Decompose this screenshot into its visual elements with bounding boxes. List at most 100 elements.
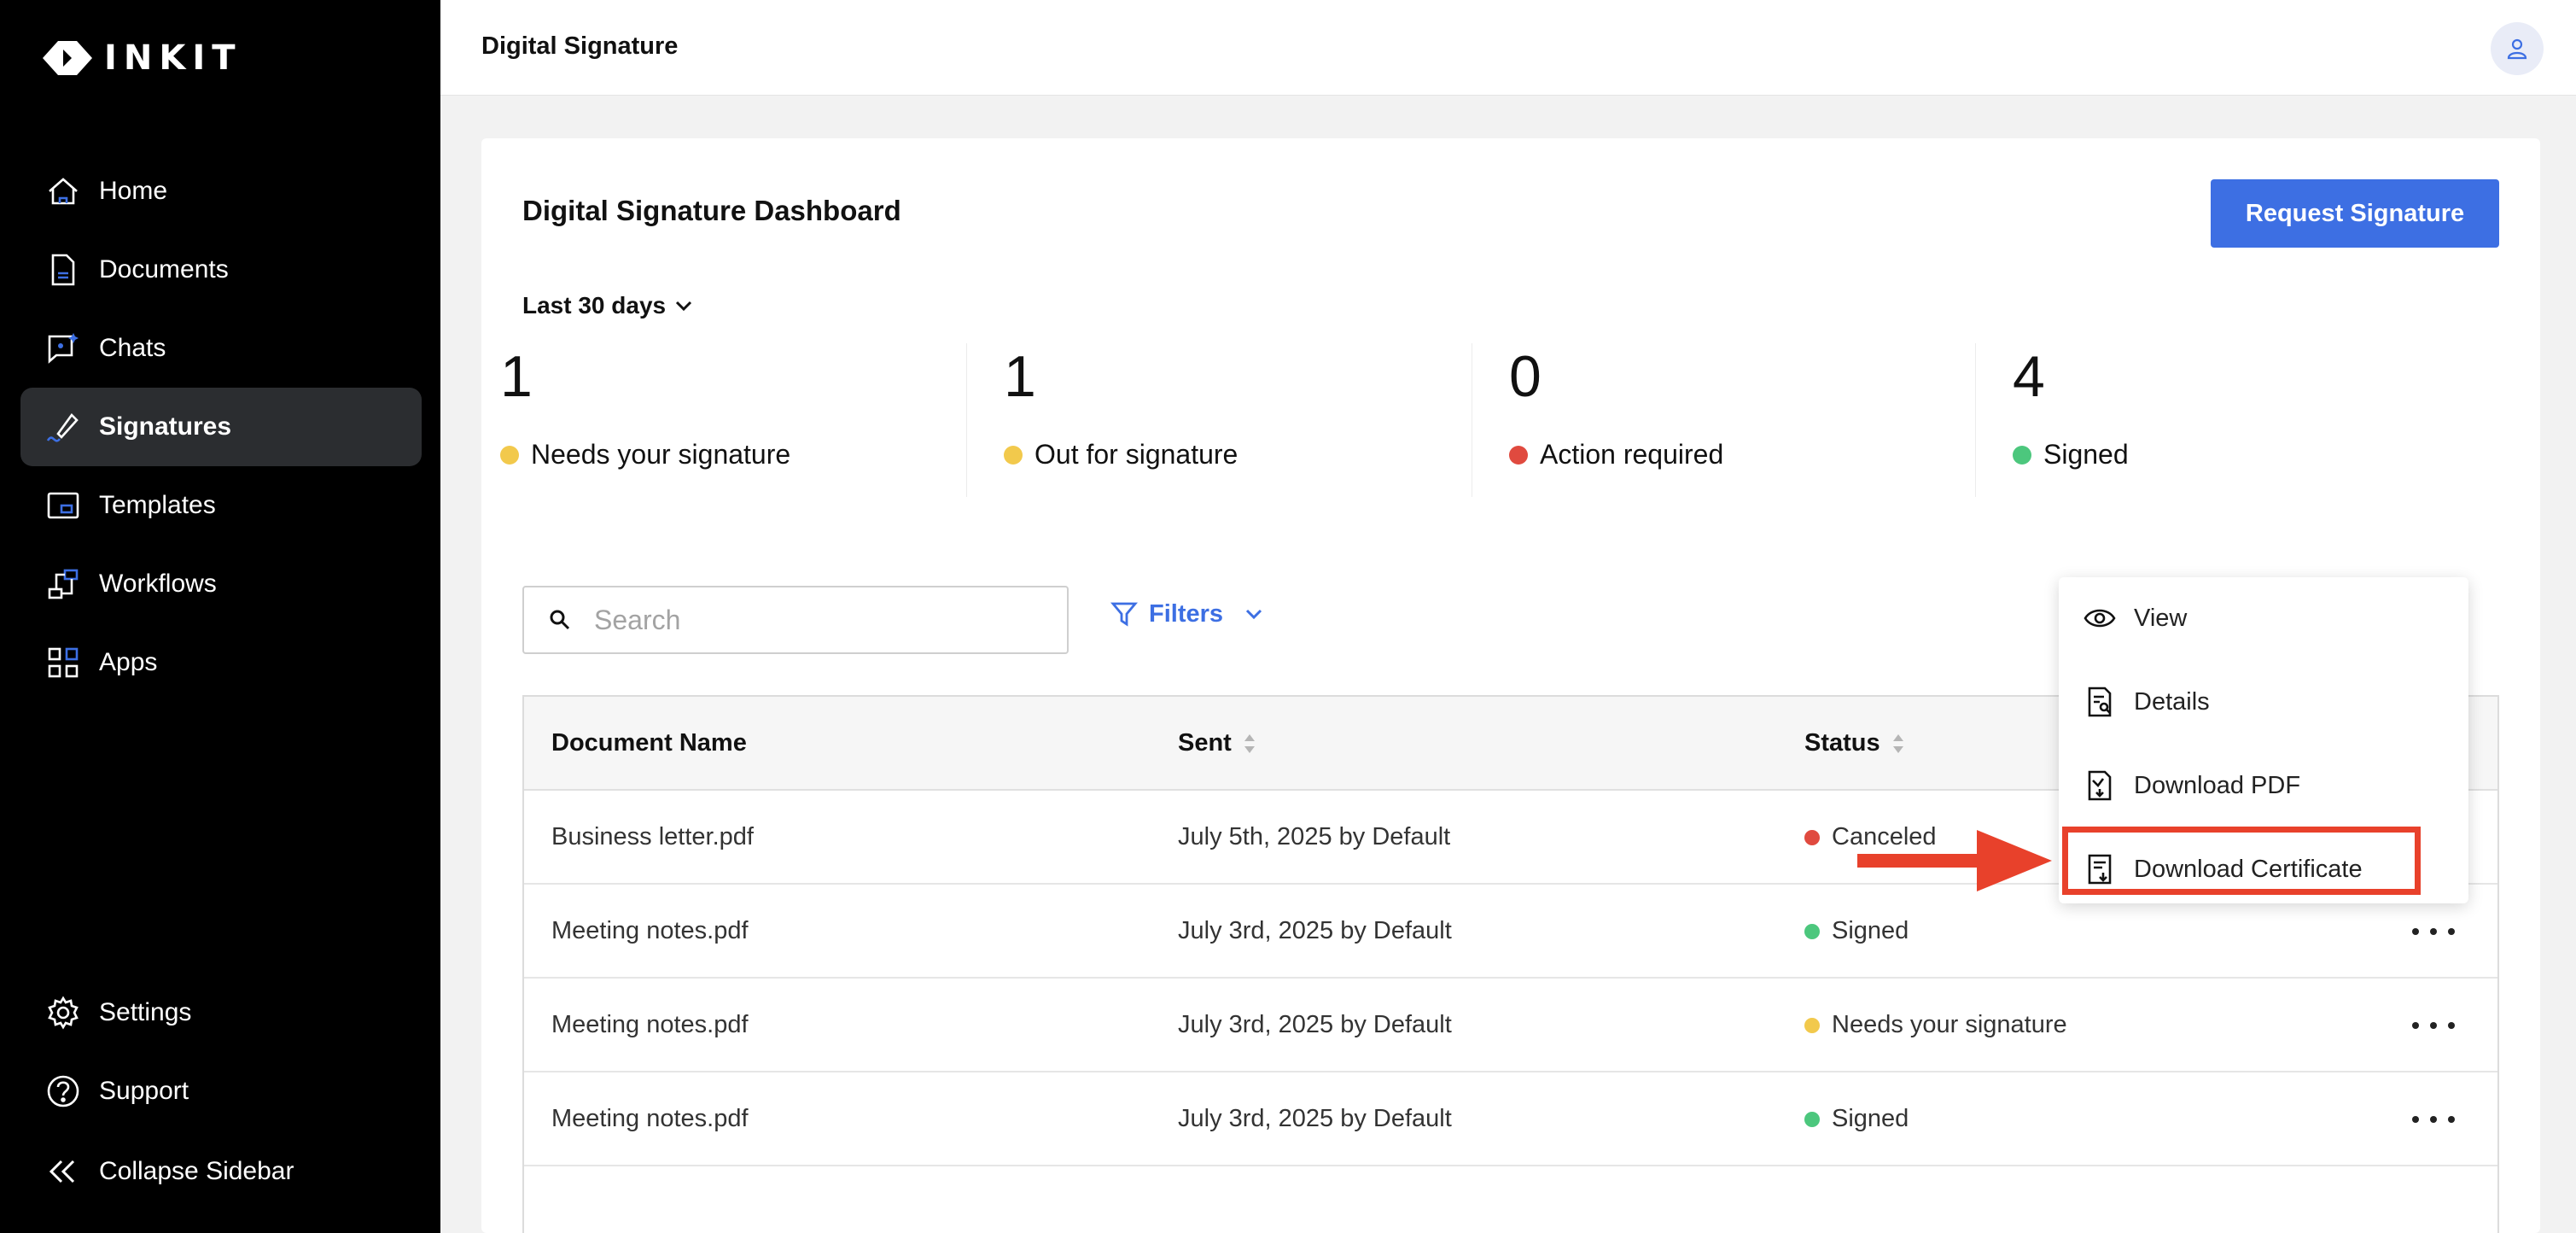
table-row[interactable]: Meeting notes.pdf July 3rd, 2025 by Defa… [524, 979, 2497, 1072]
column-document-name: Document Name [551, 729, 747, 757]
arrow-right-icon [1857, 830, 2052, 891]
home-icon [44, 172, 82, 210]
status-dot [1004, 445, 1023, 465]
document-name: Meeting notes.pdf [551, 1105, 749, 1132]
sidebar-item-label: Templates [99, 491, 216, 519]
menu-item-label: Download PDF [2134, 771, 2301, 799]
highlight-box [2062, 827, 2421, 895]
user-icon [2507, 38, 2527, 60]
sidebar-item-support[interactable]: Support [20, 1052, 422, 1131]
chat-icon [44, 330, 82, 367]
sidebar-item-apps[interactable]: Apps [20, 623, 422, 702]
page-title: Digital Signature [481, 32, 679, 60]
column-status[interactable]: Status [1804, 729, 1906, 757]
sidebar-item-documents[interactable]: Documents [20, 231, 422, 309]
sidebar-item-templates[interactable]: Templates [20, 466, 422, 545]
divider [1975, 343, 1976, 497]
sent-date: July 3rd, 2025 by Default [1178, 1105, 1452, 1132]
dashboard-title: Digital Signature Dashboard [522, 195, 901, 226]
document-name: Meeting notes.pdf [551, 1011, 749, 1038]
sidebar-item-chats[interactable]: Chats [20, 309, 422, 388]
help-icon [44, 1072, 82, 1110]
collapse-sidebar-button[interactable]: Collapse Sidebar [20, 1132, 422, 1211]
sent-date: July 5th, 2025 by Default [1178, 823, 1451, 850]
stat-label-text: Needs your signature [531, 439, 791, 470]
menu-item-view[interactable]: View [2083, 594, 2187, 642]
sidebar-item-signatures[interactable]: Signatures [20, 388, 422, 466]
stat-value: 1 [500, 344, 533, 409]
status-dot [1804, 1017, 1820, 1033]
status-dot [1804, 1111, 1820, 1127]
logo-text: INKIT [104, 38, 242, 78]
stat-label-text: Signed [2043, 439, 2129, 470]
apps-icon [44, 644, 82, 681]
sidebar-item-label: Workflows [99, 570, 217, 598]
stat-label-text: Action required [1540, 439, 1724, 470]
sidebar: INKIT Home Documents Chats Signatures Te… [0, 0, 440, 1233]
sidebar-item-label: Signatures [99, 412, 232, 441]
table-row[interactable]: Meeting notes.pdf July 3rd, 2025 by Defa… [524, 1072, 2497, 1166]
inkit-logo-icon [43, 41, 92, 75]
logo[interactable]: INKIT [39, 34, 242, 82]
filter-icon [1110, 602, 1138, 627]
sidebar-item-workflows[interactable]: Workflows [20, 545, 422, 623]
column-label: Document Name [551, 729, 747, 757]
status-dot [1509, 445, 1528, 465]
status-dot [1804, 829, 1820, 845]
stat-label: Needs your signature [500, 439, 790, 470]
date-range-dropdown[interactable]: Last 30 days [522, 292, 695, 319]
chevron-down-icon [1245, 609, 1262, 620]
sidebar-item-home[interactable]: Home [20, 152, 422, 231]
stat-out-for-signature[interactable]: 1 Out for signature [966, 343, 1463, 497]
sidebar-item-label: Support [99, 1077, 189, 1105]
sidebar-item-settings[interactable]: Settings [20, 973, 422, 1052]
document-name: Business letter.pdf [551, 823, 754, 850]
template-icon [44, 487, 82, 524]
eye-icon [2084, 609, 2116, 628]
stat-needs-signature[interactable]: 1 Needs your signature [481, 343, 959, 497]
menu-item-download-pdf[interactable]: Download PDF [2083, 762, 2300, 809]
status-dot [1804, 923, 1820, 939]
signature-icon [44, 408, 82, 446]
search-icon [550, 610, 570, 630]
download-pdf-icon [2088, 770, 2112, 801]
more-options-button[interactable] [2412, 1013, 2455, 1038]
menu-item-label: Details [2134, 687, 2210, 716]
column-label: Status [1804, 729, 1880, 757]
status-dot [2013, 445, 2031, 465]
stat-signed[interactable]: 4 Signed [1975, 343, 2472, 497]
divider [966, 343, 967, 497]
sidebar-item-label: Apps [99, 648, 158, 676]
stat-label: Action required [1509, 439, 1723, 470]
details-icon [2088, 687, 2112, 717]
filters-button[interactable]: Filters [1110, 599, 1266, 628]
stat-action-required[interactable]: 0 Action required [1472, 343, 1968, 497]
more-options-button[interactable] [2412, 919, 2455, 944]
status-badge: Signed [1804, 917, 1909, 945]
filters-label: Filters [1149, 599, 1224, 628]
column-sent[interactable]: Sent [1178, 729, 1257, 757]
collapse-icon [44, 1153, 82, 1190]
stat-label: Out for signature [1004, 439, 1238, 470]
sidebar-item-label: Home [99, 177, 168, 205]
search-input[interactable] [594, 604, 1055, 636]
gear-icon [44, 994, 82, 1031]
stat-label: Signed [2013, 439, 2129, 470]
more-options-button[interactable] [2412, 1107, 2455, 1132]
status-text: Signed [1832, 917, 1909, 944]
sidebar-item-label: Chats [99, 334, 166, 362]
status-text: Signed [1832, 1105, 1909, 1132]
menu-item-details[interactable]: Details [2083, 678, 2210, 726]
chevron-down-icon [676, 301, 692, 312]
menu-item-label: View [2134, 604, 2188, 632]
sidebar-item-label: Collapse Sidebar [99, 1157, 294, 1185]
sent-date: July 3rd, 2025 by Default [1178, 1011, 1452, 1038]
request-signature-button[interactable]: Request Signature [2211, 179, 2499, 248]
sidebar-item-label: Settings [99, 998, 192, 1026]
status-badge: Needs your signature [1804, 1011, 2067, 1039]
stat-value: 1 [1004, 344, 1036, 409]
search-box[interactable] [522, 586, 1069, 654]
sent-date: July 3rd, 2025 by Default [1178, 917, 1452, 944]
avatar[interactable] [2491, 22, 2544, 75]
sort-icon [1892, 733, 1903, 753]
